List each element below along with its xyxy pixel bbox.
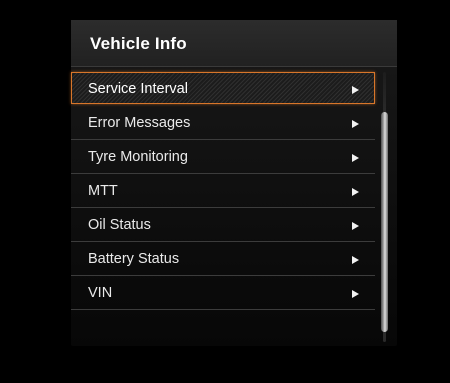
vehicle-info-screen: Vehicle Info Service Interval Error Mess… xyxy=(0,0,450,383)
menu-item-tyre-monitoring[interactable]: Tyre Monitoring xyxy=(71,140,375,174)
menu-header: Vehicle Info xyxy=(71,20,397,67)
right-triangle-icon xyxy=(352,120,359,128)
menu-item-label: VIN xyxy=(88,285,113,301)
right-triangle-icon xyxy=(352,256,359,264)
menu-item-vin[interactable]: VIN xyxy=(71,276,375,310)
menu-item-battery-status[interactable]: Battery Status xyxy=(71,242,375,276)
menu-item-error-messages[interactable]: Error Messages xyxy=(71,106,375,140)
right-triangle-icon xyxy=(352,188,359,196)
menu-item-label: Battery Status xyxy=(88,251,180,267)
right-triangle-icon xyxy=(352,290,359,298)
scrollbar-thumb[interactable] xyxy=(381,112,388,332)
right-triangle-icon xyxy=(352,154,359,162)
scrollbar[interactable] xyxy=(380,72,389,342)
menu-item-label: Service Interval xyxy=(88,81,188,97)
right-triangle-icon xyxy=(352,222,359,230)
menu-item-label: MTT xyxy=(88,183,118,199)
menu-item-label: Error Messages xyxy=(88,115,191,131)
menu-item-service-interval[interactable]: Service Interval xyxy=(71,72,375,104)
menu-item-mtt[interactable]: MTT xyxy=(71,174,375,208)
menu-item-label: Tyre Monitoring xyxy=(88,149,188,165)
menu-item-label: Oil Status xyxy=(88,217,151,233)
menu-panel: Vehicle Info Service Interval Error Mess… xyxy=(71,20,397,346)
menu-list: Service Interval Error Messages Tyre Mon… xyxy=(71,72,375,310)
page-title: Vehicle Info xyxy=(90,34,187,53)
menu-item-oil-status[interactable]: Oil Status xyxy=(71,208,375,242)
right-triangle-icon xyxy=(352,86,359,94)
